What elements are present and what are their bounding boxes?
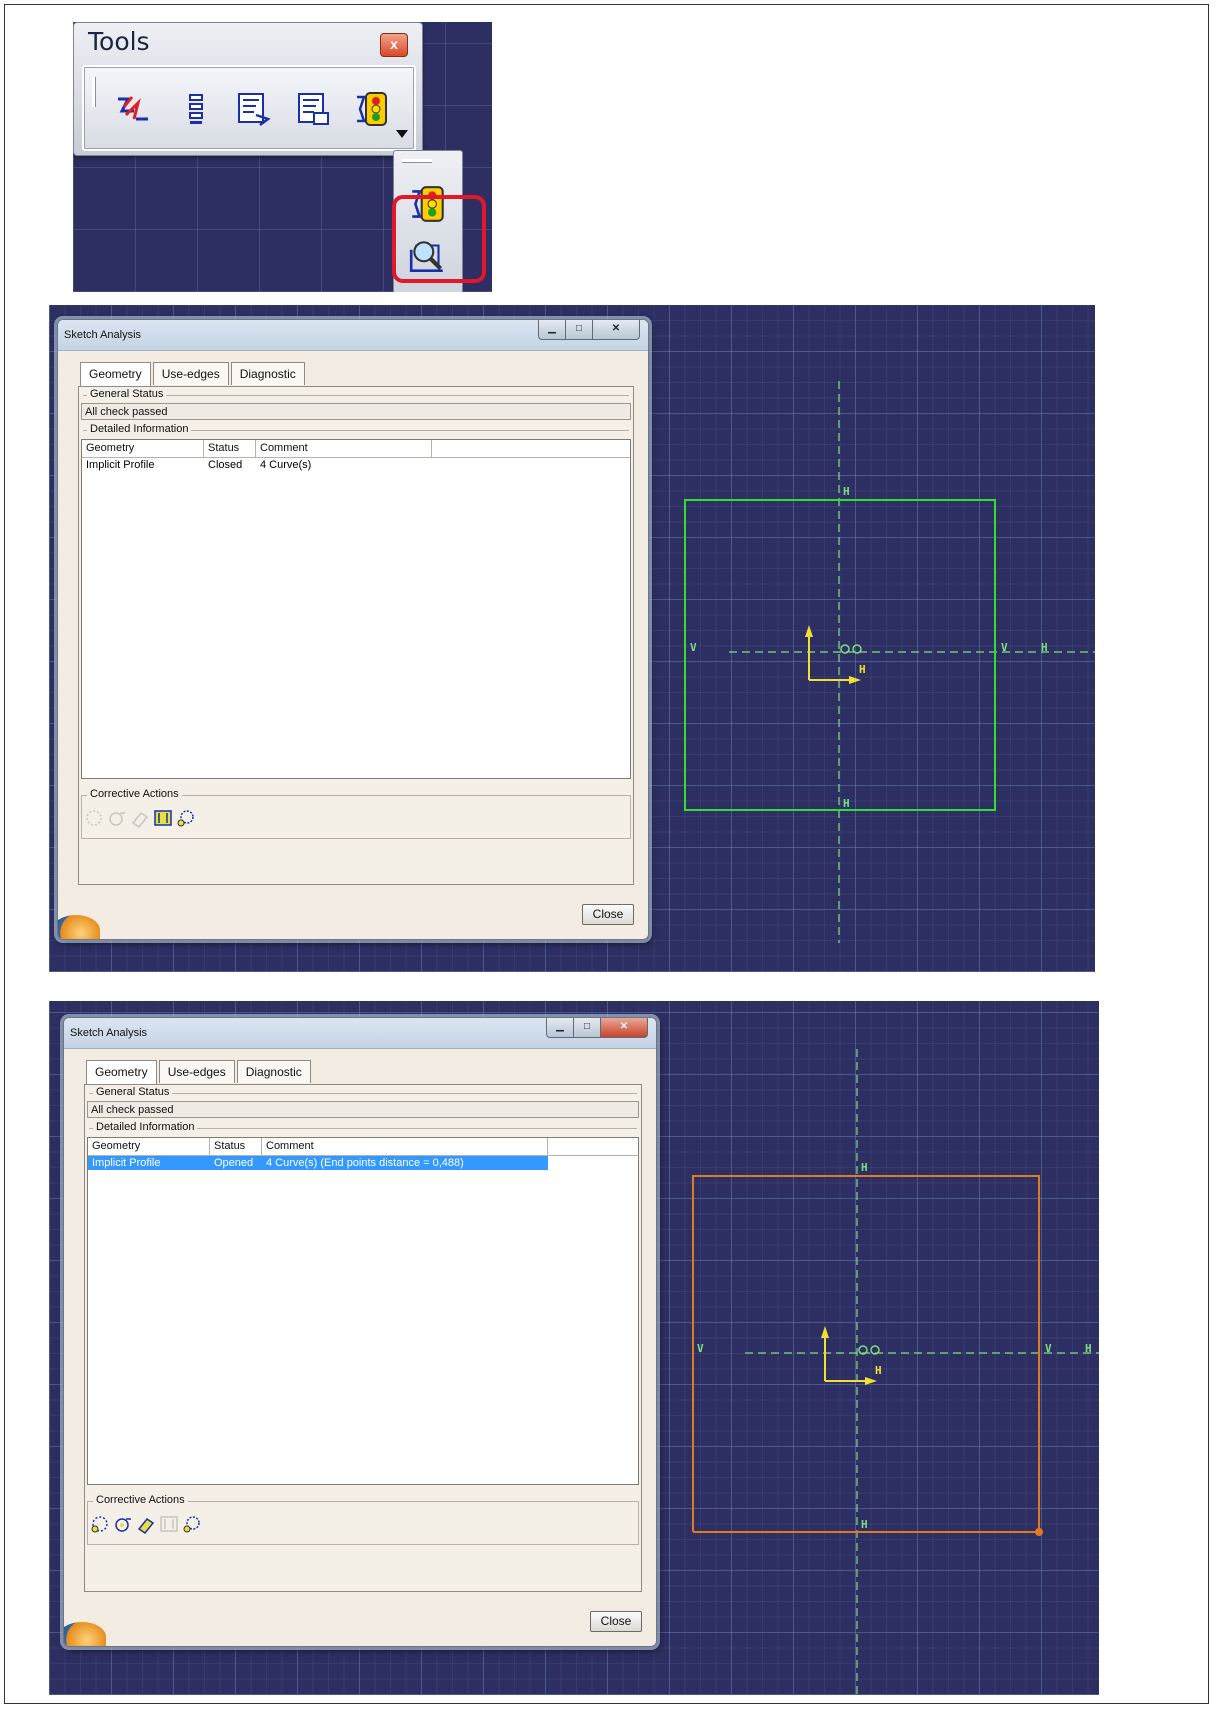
dialog-titlebar: Sketch Analysis ▁ □ ✕ [64, 1018, 656, 1049]
erase-icon [129, 807, 151, 829]
tab-diagnostic[interactable]: Diagnostic [236, 1060, 311, 1083]
constraint-icon[interactable] [112, 89, 152, 129]
general-status-label: General Status [93, 1086, 173, 1098]
geometry-tab-panel: General Status All check passed Detailed… [78, 386, 634, 885]
tools-toolbar: Tools x [73, 22, 423, 156]
cell-status: Opened [214, 1157, 254, 1169]
update-all-icon[interactable] [294, 89, 334, 129]
minimize-button[interactable]: ▁ [546, 1018, 574, 1038]
sketch-solving-status-icon[interactable] [352, 89, 392, 129]
h-constraint-label: H [1041, 641, 1048, 654]
column-header-geometry[interactable]: Geometry [82, 440, 204, 457]
column-header-status[interactable]: Status [204, 440, 256, 457]
window-close-button[interactable]: ✕ [601, 1018, 648, 1038]
cell-comment: 4 Curve(s) [260, 459, 312, 471]
hide-construction-icon [83, 807, 105, 829]
close-profile-icon [158, 1513, 180, 1535]
opened-profile-rectangle [692, 1175, 1040, 1533]
cell-geometry: Implicit Profile [92, 1157, 161, 1169]
maximize-button[interactable]: □ [566, 320, 593, 340]
window-close-button[interactable]: ✕ [593, 320, 640, 340]
isolate-icon[interactable] [175, 807, 197, 829]
close-button[interactable]: Close [590, 1611, 642, 1632]
isolate-icon[interactable] [181, 1513, 203, 1535]
open-end-point [1035, 1528, 1043, 1536]
v-constraint-label: V [1045, 1342, 1052, 1355]
erase-icon[interactable] [135, 1513, 157, 1535]
update-icon[interactable] [234, 89, 274, 129]
cell-status: Closed [208, 459, 243, 471]
cell-comment: 4 Curve(s) (End points distance = 0,488) [266, 1157, 464, 1169]
detailed-information-label: Detailed Information [87, 423, 192, 435]
general-status-value: All check passed [81, 403, 631, 420]
v-constraint-label: V [1001, 641, 1008, 654]
detailed-information-list[interactable]: Geometry Status Comment Implicit Profile… [87, 1137, 639, 1485]
toolbar-dropdown-arrow-icon[interactable] [396, 130, 408, 138]
tools-toolbar-title: Tools [88, 27, 150, 56]
detailed-information-list[interactable]: Geometry Status Comment Implicit Profile… [81, 439, 631, 779]
close-profile-icon[interactable] [152, 807, 174, 829]
general-status-label: General Status [87, 388, 167, 400]
set-construction-icon [106, 807, 128, 829]
maximize-button[interactable]: □ [574, 1018, 601, 1038]
h-constraint-label: H [861, 1161, 868, 1174]
tab-diagnostic[interactable]: Diagnostic [230, 362, 305, 385]
tab-geometry[interactable]: Geometry [80, 362, 151, 387]
corrective-actions-label: Corrective Actions [93, 1494, 188, 1506]
column-header-geometry[interactable]: Geometry [88, 1138, 210, 1155]
detailed-information-label: Detailed Information [93, 1121, 198, 1133]
sketch-analysis-dialog-opened: Sketch Analysis ▁ □ ✕ Geometry Use-edges… [63, 1017, 657, 1647]
column-header-comment[interactable]: Comment [262, 1138, 548, 1155]
tools-button-bar [82, 65, 416, 151]
tools-toolbar-screenshot: Tools x [73, 22, 492, 292]
h-axis-label: H [875, 1364, 882, 1377]
column-header-status[interactable]: Status [210, 1138, 262, 1155]
table-row[interactable]: Implicit Profile Closed 4 Curve(s) [82, 458, 432, 472]
tab-use-edges[interactable]: Use-edges [152, 362, 229, 385]
sketch-view-opened: H H V V H H Sketch Analysis ▁ □ ✕ Geomet… [49, 1001, 1099, 1695]
minimize-button[interactable]: ▁ [538, 320, 566, 340]
hide-construction-icon[interactable] [89, 1513, 111, 1535]
column-header-comment[interactable]: Comment [256, 440, 432, 457]
v-constraint-label: V [690, 641, 697, 654]
dialog-titlebar: Sketch Analysis ▁ □ ✕ [58, 320, 648, 351]
dialog-title: Sketch Analysis [64, 329, 142, 341]
table-row[interactable]: Implicit Profile Opened 4 Curve(s) (End … [88, 1156, 548, 1170]
sketch-analysis-highlight [392, 195, 486, 283]
closed-profile-rectangle [684, 499, 996, 811]
catia-logo [64, 1622, 106, 1646]
close-button[interactable]: Close [582, 904, 634, 925]
dialog-title: Sketch Analysis [70, 1027, 148, 1039]
catia-logo [58, 915, 100, 939]
tab-geometry[interactable]: Geometry [86, 1060, 157, 1085]
tools-close-button[interactable]: x [380, 33, 408, 57]
list-icon[interactable] [176, 89, 216, 129]
sketch-analysis-dialog-closed: Sketch Analysis ▁ □ ✕ Geometry Use-edges… [57, 319, 649, 940]
h-constraint-label: H [843, 485, 850, 498]
tab-use-edges[interactable]: Use-edges [158, 1060, 235, 1083]
h-constraint-label: H [861, 1518, 868, 1531]
h-constraint-label: H [1085, 1342, 1092, 1355]
h-axis-label: H [859, 663, 866, 676]
v-constraint-label: V [697, 1342, 704, 1355]
general-status-value: All check passed [87, 1101, 639, 1118]
h-constraint-label: H [843, 797, 850, 810]
set-construction-icon[interactable] [112, 1513, 134, 1535]
cell-geometry: Implicit Profile [86, 459, 155, 471]
sketch-view-closed: H H V V H H Sketch Analysis ▁ □ ✕ Geomet… [49, 305, 1095, 972]
corrective-actions-label: Corrective Actions [87, 788, 182, 800]
geometry-tab-panel: General Status All check passed Detailed… [84, 1084, 642, 1592]
